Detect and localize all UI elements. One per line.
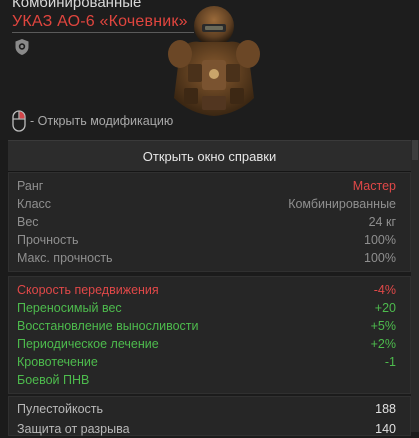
effect-row-night-vision: Боевой ПНВ <box>17 371 396 389</box>
effect-row-carry-weight: Переносимый вес +20 <box>17 299 396 317</box>
protection-label: Защита от разрыва <box>17 422 130 436</box>
basic-stats-panel: Ранг Мастер Класс Комбинированные Вес 24… <box>8 172 411 272</box>
protection-value: 140 <box>375 422 396 436</box>
effects-panel: Скорость передвижения -4% Переносимый ве… <box>8 276 411 394</box>
stat-value: 100% <box>364 233 396 247</box>
scrollbar-thumb[interactable] <box>412 140 418 160</box>
item-header: Комбинированные УКАЗ АО-6 «Кочевник» - О… <box>0 0 419 140</box>
effect-label: Боевой ПНВ <box>17 373 90 387</box>
open-mod-label: - Открыть модификацию <box>30 114 174 128</box>
stat-row-weight: Вес 24 кг <box>17 213 396 231</box>
effect-value: -4% <box>373 283 396 297</box>
stat-row-rank: Ранг Мастер <box>17 177 396 195</box>
effect-label: Переносимый вес <box>17 301 122 315</box>
protection-value: 188 <box>375 402 396 416</box>
effect-value: -1 <box>384 355 396 369</box>
stat-value: 24 кг <box>368 215 396 229</box>
open-help-button[interactable]: Открыть окно справки <box>8 141 411 171</box>
open-mod-hint[interactable]: - Открыть модификацию <box>12 110 173 132</box>
stat-label: Макс. прочность <box>17 251 113 265</box>
stat-label: Прочность <box>17 233 79 247</box>
stat-label: Вес <box>17 215 39 229</box>
protection-row-bullet: Пулестойкость 188 <box>17 400 396 418</box>
effect-value: +5% <box>370 319 396 333</box>
effect-value: +2% <box>370 337 396 351</box>
effect-label: Восстановление выносливости <box>17 319 199 333</box>
effect-row-stamina-regen: Восстановление выносливости +5% <box>17 317 396 335</box>
effect-value: +20 <box>374 301 396 315</box>
stat-value: Комбинированные <box>288 197 396 211</box>
help-button-container: Открыть окно справки <box>8 140 411 172</box>
stat-row-class: Класс Комбинированные <box>17 195 396 213</box>
stat-value: Мастер <box>352 179 396 193</box>
mouse-right-click-icon <box>12 110 26 132</box>
effect-row-bleeding: Кровотечение -1 <box>17 353 396 371</box>
shield-icon <box>15 39 29 55</box>
effect-row-move-speed: Скорость передвижения -4% <box>17 281 396 299</box>
stat-row-max-durability: Макс. прочность 100% <box>17 249 396 267</box>
protection-panel: Пулестойкость 188 Защита от разрыва 140 <box>8 396 411 436</box>
effect-label: Кровотечение <box>17 355 98 369</box>
protection-label: Пулестойкость <box>17 402 104 416</box>
stat-value: 100% <box>364 251 396 265</box>
effect-label: Периодическое лечение <box>17 337 159 351</box>
stat-label: Класс <box>17 197 52 211</box>
stat-row-durability: Прочность 100% <box>17 231 396 249</box>
armor-item-image <box>168 6 260 116</box>
effect-label: Скорость передвижения <box>17 283 159 297</box>
effect-row-periodic-healing: Периодическое лечение +2% <box>17 335 396 353</box>
protection-row-rupture: Защита от разрыва 140 <box>17 420 396 438</box>
scrollbar[interactable] <box>411 140 419 432</box>
item-category: Комбинированные <box>12 0 142 11</box>
stat-label: Ранг <box>17 179 44 193</box>
